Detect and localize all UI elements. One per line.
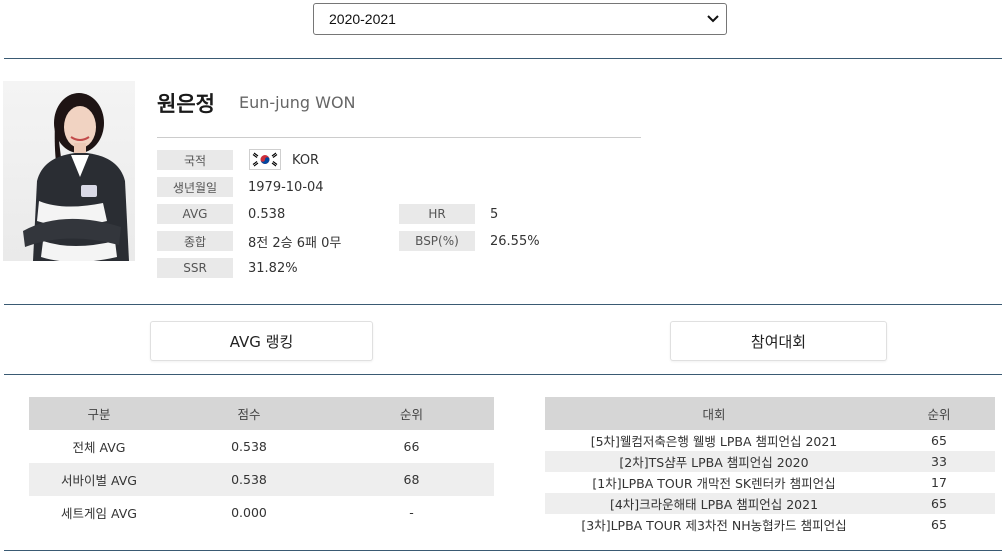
table-row: 세트게임 AVG 0.000 - xyxy=(29,496,494,529)
table-row[interactable]: [5차]웰컴저축은행 웰뱅 LPBA 챔피언십 2021 65 xyxy=(545,430,995,451)
player-name-ko: 원은정 xyxy=(157,92,215,116)
cell-score: 0.000 xyxy=(231,505,267,520)
hr-label: HR xyxy=(399,204,475,224)
table-row[interactable]: [4차]크라운해태 LPBA 챔피언십 2021 65 xyxy=(545,493,995,514)
avg-value: 0.538 xyxy=(248,206,286,222)
player-photo xyxy=(3,81,135,261)
chevron-down-icon xyxy=(707,15,719,23)
ssr-value: 31.82% xyxy=(248,260,298,276)
cell-rank: 17 xyxy=(931,475,947,490)
cell-rank: 68 xyxy=(329,463,494,496)
cell-category: 전체 AVG xyxy=(72,440,126,455)
table-header-row: 구분 점수 순위 xyxy=(29,397,494,430)
cell-rank: - xyxy=(409,505,414,520)
name-divider xyxy=(157,137,641,138)
player-name-en: Eun-jung WON xyxy=(239,93,356,112)
column-header-rank: 순위 xyxy=(883,397,995,430)
season-select[interactable]: 2020-2021 xyxy=(313,3,727,35)
table-row: 서바이벌 AVG 0.538 68 xyxy=(29,463,494,496)
cell-rank: 65 xyxy=(931,433,947,448)
avg-label: AVG xyxy=(157,204,233,224)
cell-score: 0.538 xyxy=(169,463,329,496)
cell-tournament[interactable]: [5차]웰컴저축은행 웰뱅 LPBA 챔피언십 2021 xyxy=(545,430,883,451)
nationality-label: 국적 xyxy=(157,150,233,170)
table-row: 전체 AVG 0.538 66 xyxy=(29,430,494,463)
birth-value: 1979-10-04 xyxy=(248,179,324,195)
cell-rank: 65 xyxy=(883,493,995,514)
cell-tournament[interactable]: [1차]LPBA TOUR 개막전 SK렌터카 챔피언십 xyxy=(545,472,883,493)
tab-avg-ranking[interactable]: AVG 랭킹 xyxy=(150,321,373,361)
tab-tournaments[interactable]: 참여대회 xyxy=(670,321,887,361)
player-portrait-icon xyxy=(23,93,129,261)
divider xyxy=(4,304,1002,305)
korea-flag-icon xyxy=(249,149,281,170)
divider xyxy=(4,550,1002,551)
cell-tournament[interactable]: [2차]TS샴푸 LPBA 챔피언십 2020 xyxy=(545,451,883,472)
ssr-label: SSR xyxy=(157,258,233,278)
cell-rank: 33 xyxy=(883,451,995,472)
divider xyxy=(4,374,1002,375)
season-select-value: 2020-2021 xyxy=(329,11,396,27)
cell-rank: 65 xyxy=(931,517,947,532)
avg-ranking-table: 구분 점수 순위 전체 AVG 0.538 66 서바이벌 AVG 0.538 … xyxy=(29,397,494,529)
record-label: 종합 xyxy=(157,231,233,251)
column-header-score: 점수 xyxy=(169,397,329,430)
birth-label: 생년월일 xyxy=(157,177,233,197)
table-header-row: 대회 순위 xyxy=(545,397,995,430)
record-value: 8전 2승 6패 0무 xyxy=(248,235,342,251)
bsp-value: 26.55% xyxy=(490,233,540,249)
nationality-value: KOR xyxy=(292,152,320,168)
cell-tournament[interactable]: [4차]크라운해태 LPBA 챔피언십 2021 xyxy=(545,493,883,514)
column-header-tournament: 대회 xyxy=(545,397,883,430)
hr-value: 5 xyxy=(490,206,499,222)
table-row[interactable]: [1차]LPBA TOUR 개막전 SK렌터카 챔피언십 17 xyxy=(545,472,995,493)
table-row[interactable]: [2차]TS샴푸 LPBA 챔피언십 2020 33 xyxy=(545,451,995,472)
column-header-category: 구분 xyxy=(29,397,169,430)
cell-category: 서바이벌 AVG xyxy=(29,463,169,496)
bsp-label: BSP(%) xyxy=(399,231,475,251)
cell-rank: 66 xyxy=(403,439,420,454)
cell-tournament[interactable]: [3차]LPBA TOUR 제3차전 NH농협카드 챔피언십 xyxy=(545,514,883,535)
column-header-rank: 순위 xyxy=(329,397,494,430)
tournament-table: 대회 순위 [5차]웰컴저축은행 웰뱅 LPBA 챔피언십 2021 65 [2… xyxy=(545,397,995,535)
cell-category: 세트게임 AVG xyxy=(61,506,137,521)
table-row[interactable]: [3차]LPBA TOUR 제3차전 NH농협카드 챔피언십 65 xyxy=(545,514,995,535)
cell-score: 0.538 xyxy=(231,439,267,454)
divider xyxy=(4,58,1002,59)
